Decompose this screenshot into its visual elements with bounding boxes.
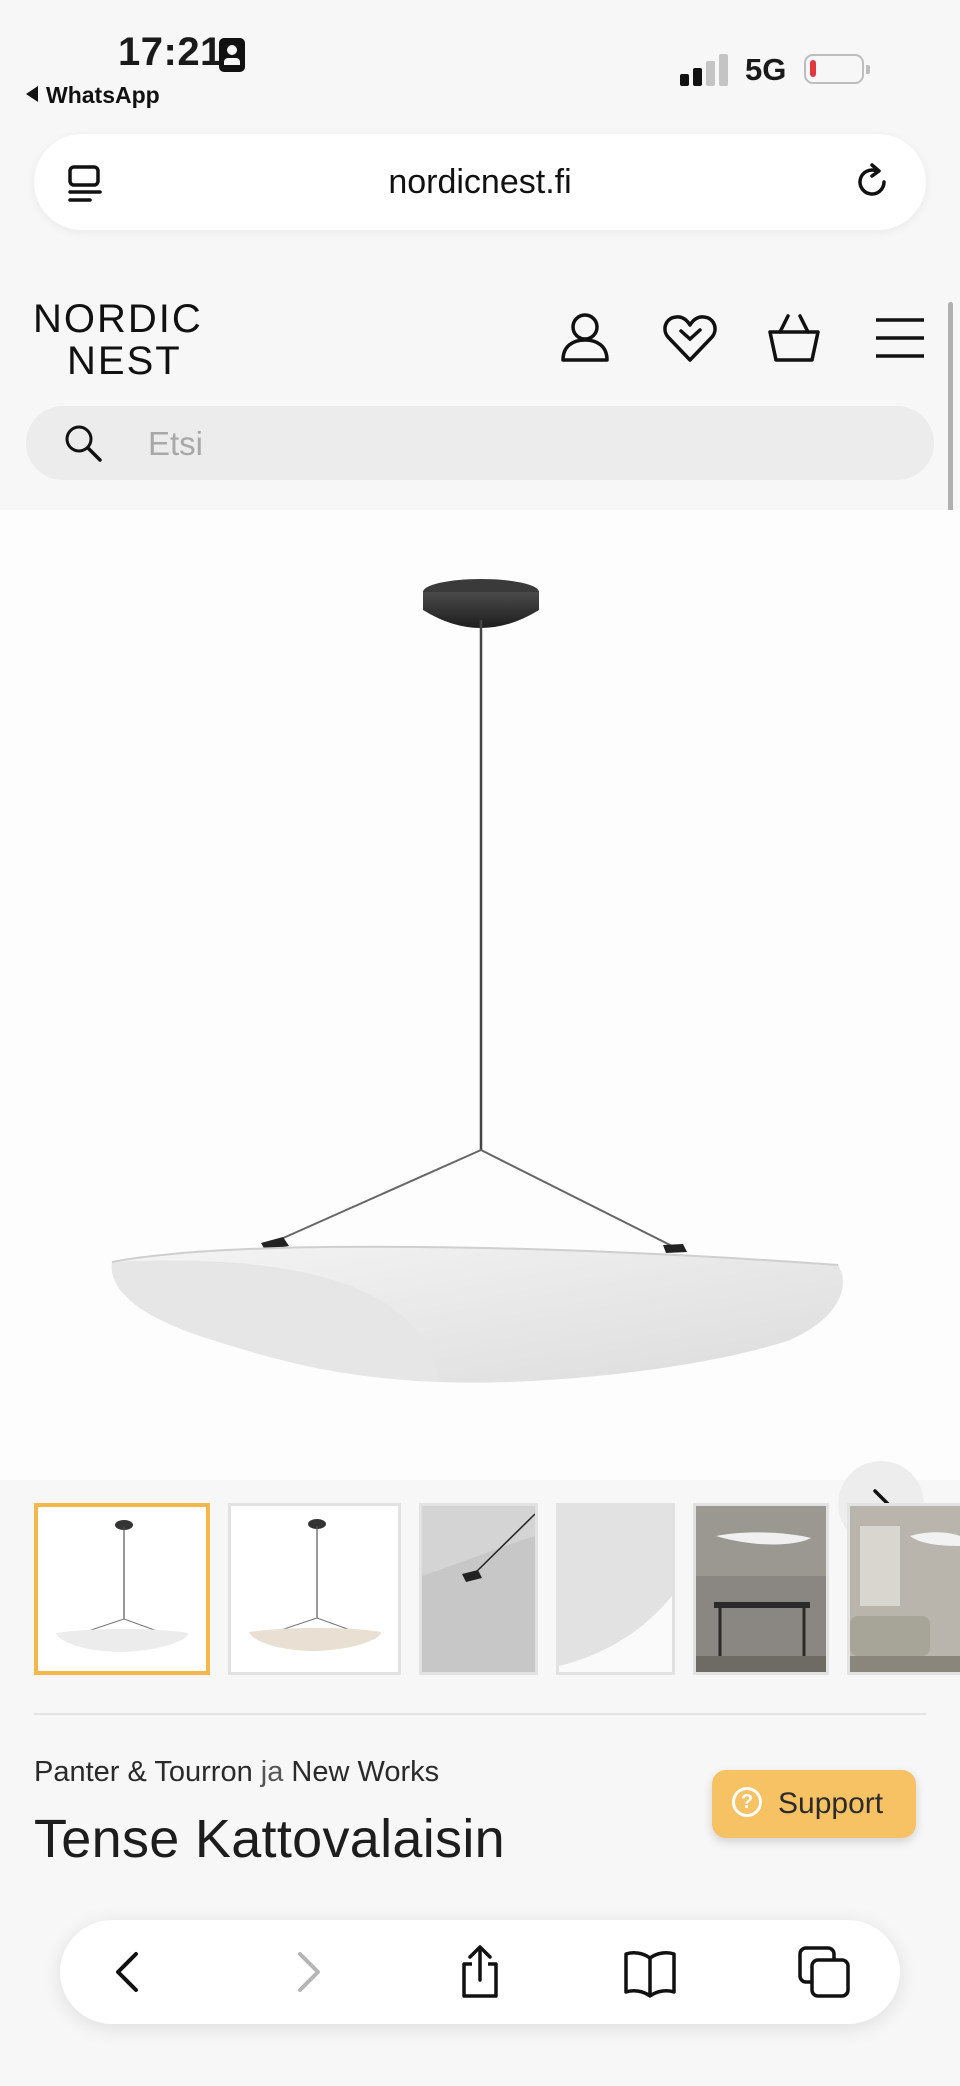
thumbnail-lamp-lit-image [231,1506,398,1672]
reload-icon[interactable] [852,162,892,202]
product-image-gallery[interactable] [0,510,960,1547]
forward-icon[interactable] [278,1944,334,2000]
account-icon[interactable] [557,310,613,366]
brand-link-panter-tourron[interactable]: Panter & Tourron [34,1756,253,1788]
page-scrollbar[interactable] [948,302,953,526]
back-app-label: WhatsApp [46,82,160,108]
thumbnail-detail-edge-image [559,1506,672,1672]
help-icon: ? [732,1787,762,1817]
back-to-app-link[interactable]: WhatsApp [26,82,160,109]
thumbnail-5[interactable] [693,1503,829,1675]
product-title: Tense Kattovalaisin [34,1809,505,1869]
signal-icon [680,54,730,86]
share-icon[interactable] [452,1944,508,2000]
battery-icon [804,54,870,84]
address-bar[interactable]: nordicnest.fi [34,134,926,230]
network-type: 5G [745,52,787,87]
contact-card-icon [219,38,245,72]
wishlist-heart-icon[interactable] [662,310,718,366]
thumbnail-living-room-image [850,1506,960,1672]
support-label: Support [778,1787,884,1820]
basket-icon[interactable] [766,310,822,366]
divider [34,1713,926,1715]
back-triangle-icon [26,86,38,102]
brand-connector: ja [260,1756,284,1788]
search-icon [65,425,102,462]
url-text: nordicnest.fi [388,163,572,201]
thumbnail-detail-mount-image [422,1506,535,1672]
back-icon[interactable] [102,1944,158,2000]
page-settings-icon[interactable] [68,164,104,204]
pendant-lamp-image [111,579,843,1383]
menu-icon[interactable] [872,310,928,366]
thumbnail-6[interactable] [847,1503,960,1675]
brand-link-new-works[interactable]: New Works [291,1756,439,1788]
support-button[interactable]: ? Support [712,1770,916,1838]
logo-line2: NEST [67,339,182,383]
search-input[interactable] [146,406,850,482]
thumbnail-dining-room-image [696,1506,826,1672]
nordic-nest-logo[interactable]: NORDIC NEST [33,298,203,382]
search-bar[interactable] [26,406,934,482]
tabs-icon[interactable] [796,1944,852,2000]
thumbnail-lamp-image [56,1520,188,1652]
product-brands: Panter & Tourron ja New Works [34,1756,439,1789]
thumbnail-4[interactable] [556,1503,675,1675]
thumbnail-1[interactable] [34,1503,210,1675]
status-time: 17:21 [118,30,223,74]
browser-toolbar [60,1920,900,2024]
thumbnail-3[interactable] [419,1503,538,1675]
logo-line1: NORDIC [33,297,203,341]
bookmarks-icon[interactable] [622,1944,678,2000]
thumbnail-2[interactable] [228,1503,401,1675]
